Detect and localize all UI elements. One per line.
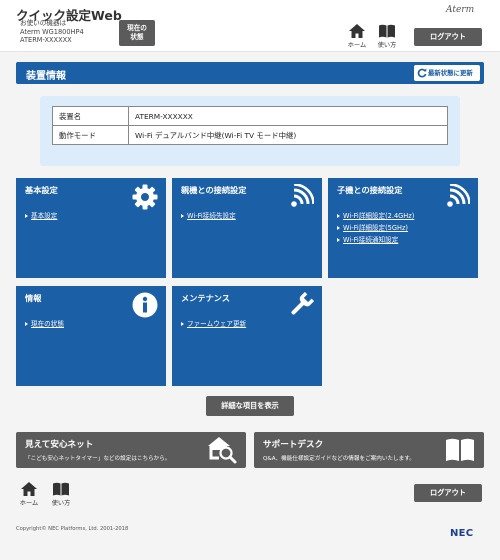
manual-button[interactable]: 使い方 xyxy=(374,24,400,52)
link-firmware-update[interactable]: ファームウェア更新 xyxy=(181,318,246,330)
tile-child-title: 子機との接続設定 xyxy=(337,185,403,195)
current-status-button[interactable]: 現在の状態 xyxy=(119,20,155,46)
wrench-icon xyxy=(291,292,314,315)
refresh-button[interactable]: 最新状態に更新 xyxy=(414,65,480,81)
tile-maintenance-links: ファームウェア更新 xyxy=(181,318,246,330)
device-info: お使いの機器は Aterm WG1800HP4 ATERM-XXXXXX xyxy=(20,19,84,45)
tile-info-links: 現在の状態 xyxy=(25,318,64,330)
gear-icon xyxy=(132,184,158,210)
tile-child-connection: 子機との接続設定 Wi-Fi詳細設定(2.4GHz) Wi-Fi詳細設定(5GH… xyxy=(328,178,478,278)
link-wifi-detail-24ghz[interactable]: Wi-Fi詳細設定(2.4GHz) xyxy=(337,210,414,222)
device-info-section-bar: 装置情報 最新状態に更新 xyxy=(16,62,484,84)
copyright-text: Copyright© NEC Platforms, Ltd. 2001-2018 xyxy=(16,526,129,532)
section-title: 装置情報 xyxy=(26,71,66,82)
tile-parent-links: Wi-Fi接続先設定 xyxy=(181,210,236,222)
nec-logo: NEC xyxy=(450,528,474,539)
home-label: ホーム xyxy=(347,42,367,49)
device-label: お使いの機器は xyxy=(20,19,67,27)
brand-logo: Aterm xyxy=(446,5,475,15)
tile-basic-title: 基本設定 xyxy=(25,185,58,195)
link-current-status[interactable]: 現在の状態 xyxy=(25,318,64,330)
link-wifi-connection-target[interactable]: Wi-Fi接続先設定 xyxy=(181,210,236,222)
refresh-label: 最新状態に更新 xyxy=(428,69,473,77)
link-wifi-detail-5ghz[interactable]: Wi-Fi詳細設定(5GHz) xyxy=(337,222,414,234)
device-info-table: 装置名 ATERM-XXXXXX 動作モード Wi-Fi デュアルバンド中継(W… xyxy=(52,106,448,145)
logout-button[interactable]: ログアウト xyxy=(414,28,482,46)
tile-info-title: 情報 xyxy=(25,293,42,303)
banner-support-title: サポートデスク xyxy=(263,440,324,450)
book-icon xyxy=(53,482,69,496)
device-model: Aterm WG1800HP4 xyxy=(20,27,84,36)
device-name-value: ATERM-XXXXXX xyxy=(128,106,448,126)
link-basic-settings[interactable]: 基本設定 xyxy=(25,210,57,222)
banner-support-text: Q&A、機能仕様設定ガイドなどの情報をご案内いたします。 xyxy=(263,456,415,462)
table-row: 装置名 ATERM-XXXXXX xyxy=(52,106,448,126)
footer-home-label: ホーム xyxy=(19,500,39,507)
book-icon xyxy=(379,24,395,38)
info-icon xyxy=(132,292,158,318)
banner-support-desk[interactable]: サポートデスク Q&A、機能仕様設定ガイドなどの情報をご案内いたします。 xyxy=(254,432,484,468)
tile-basic-links: 基本設定 xyxy=(25,210,57,222)
footer-manual-label: 使い方 xyxy=(51,500,71,507)
footer-logout-button[interactable]: ログアウト xyxy=(414,484,482,502)
tile-parent-connection: 親機との接続設定 Wi-Fi接続先設定 xyxy=(172,178,322,278)
home-button[interactable]: ホーム xyxy=(344,24,370,52)
banner-safety-text: 「こども安心ネットタイマー」などの設定はこちらから。 xyxy=(25,456,171,462)
header: クイック設定Web お使いの機器は Aterm WG1800HP4 ATERM-… xyxy=(0,0,500,52)
link-wifi-connection-notice[interactable]: Wi-Fi接続通知設定 xyxy=(337,234,414,246)
manual-label: 使い方 xyxy=(377,42,397,49)
wifi-icon xyxy=(291,184,314,207)
device-info-panel: 装置名 ATERM-XXXXXX 動作モード Wi-Fi デュアルバンド中継(W… xyxy=(40,96,460,166)
banner-safety-title: 見えて安心ネット xyxy=(25,440,94,450)
show-advanced-button[interactable]: 詳細な項目を表示 xyxy=(206,396,294,416)
tile-maintenance-title: メンテナンス xyxy=(181,293,230,303)
wifi-icon xyxy=(447,184,470,207)
footer-home-button[interactable]: ホーム xyxy=(16,482,42,510)
operation-mode-value: Wi-Fi デュアルバンド中継(Wi-Fi TV モード中継) xyxy=(128,125,448,145)
device-id: ATERM-XXXXXX xyxy=(20,36,72,45)
home-icon xyxy=(349,24,365,38)
operation-mode-label: 動作モード xyxy=(52,125,129,145)
tile-maintenance: メンテナンス ファームウェア更新 xyxy=(172,286,322,386)
footer-manual-button[interactable]: 使い方 xyxy=(48,482,74,510)
tile-child-links: Wi-Fi詳細設定(2.4GHz) Wi-Fi詳細設定(5GHz) Wi-Fi接… xyxy=(337,210,414,246)
tile-parent-title: 親機との接続設定 xyxy=(181,185,247,195)
home-icon xyxy=(21,482,37,496)
table-row: 動作モード Wi-Fi デュアルバンド中継(Wi-Fi TV モード中継) xyxy=(52,125,448,145)
house-search-icon xyxy=(208,437,237,464)
current-status-label: 現在の状態 xyxy=(127,24,147,41)
device-name-label: 装置名 xyxy=(52,106,129,126)
banner-safety-net[interactable]: 見えて安心ネット 「こども安心ネットタイマー」などの設定はこちらから。 xyxy=(16,432,246,468)
refresh-icon xyxy=(417,68,427,78)
tile-basic-settings: 基本設定 基本設定 xyxy=(16,178,166,278)
tile-information: 情報 現在の状態 xyxy=(16,286,166,386)
book-icon xyxy=(446,438,474,461)
